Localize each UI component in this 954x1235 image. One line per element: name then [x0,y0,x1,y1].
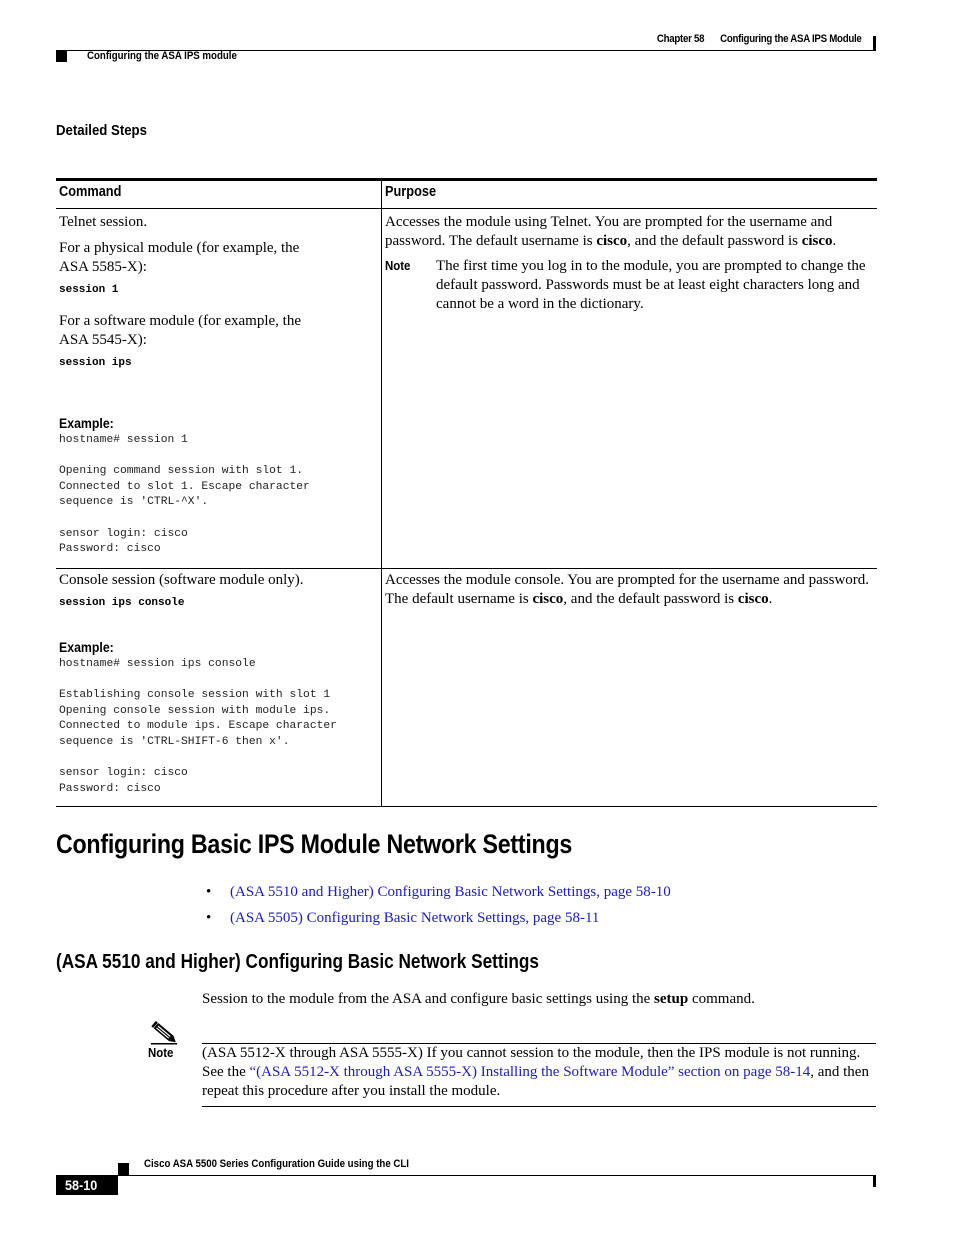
body-paragraph: Session to the module from the ASA and c… [202,990,755,1009]
running-header-section: Configuring the ASA IPS module [87,50,237,62]
command-cell: Telnet session. For a physical module (f… [56,209,382,568]
cross-reference-link[interactable]: (ASA 5510 and Higher) Configuring Basic … [230,884,671,900]
command-intro: Console session (software module only). [59,572,304,588]
bullet-icon: • [206,884,212,900]
installing-software-module-link[interactable]: “(ASA 5512-X through ASA 5555-X) Install… [249,1064,810,1080]
purpose-cell: Accesses the module using Telnet. You ar… [382,209,877,568]
chapter-number: Chapter 58 [657,33,705,45]
subsection-heading: (ASA 5510 and Higher) Configuring Basic … [56,951,539,973]
example-code: hostname# session 1 Opening command sess… [59,434,310,556]
setup-command: setup [654,991,689,1007]
column-header-purpose: Purpose [382,181,877,208]
header-block-marker [56,50,67,62]
footer-tick-mark [873,1175,876,1187]
purpose-text-part: , and the default password is [563,591,738,607]
bullet-icon: • [206,910,212,926]
software-module-label: For a software module (for example, the … [59,313,301,348]
column-header-purpose-label: Purpose [385,184,437,200]
page-number-badge: 58-10 [56,1175,118,1195]
example-label: Example: [59,415,114,431]
column-header-command: Command [56,181,382,208]
column-header-command-label: Command [59,184,122,200]
software-module-command: session ips [59,357,132,369]
footer-rule [118,1175,876,1176]
example-label: Example: [59,639,114,655]
header-tick-mark [873,36,876,51]
page-number: 58-10 [65,1177,98,1193]
purpose-text-part: . [832,233,837,249]
table-row: Console session (software module only). … [56,569,877,807]
command-cell: Console session (software module only). … [56,569,382,806]
note-text: The first time you log in to the module,… [436,258,866,312]
default-password: cisco [801,233,833,249]
table-row: Telnet session. For a physical module (f… [56,209,877,569]
note-body: (ASA 5512-X through ASA 5555-X) If you c… [202,1044,874,1101]
purpose-cell: Accesses the module console. You are pro… [382,569,877,806]
default-password: cisco [737,591,769,607]
purpose-text: Accesses the module using Telnet. You ar… [385,213,874,251]
default-username: cisco [596,233,628,249]
purpose-text-part: , and the default password is [627,233,802,249]
note-label-text: Note [385,258,411,273]
section-links-list: • (ASA 5510 and Higher) Configuring Basic… [202,879,671,931]
physical-module-label: For a physical module (for example, the … [59,240,300,275]
note-label: Note [148,1045,174,1060]
footer-book-title: Cisco ASA 5500 Series Configuration Guid… [144,1158,409,1170]
chapter-title: Configuring the ASA IPS Module [720,33,863,45]
cross-reference-link[interactable]: (ASA 5505) Configuring Basic Network Set… [230,910,599,926]
console-command: session ips console [59,597,185,609]
detailed-steps-heading: Detailed Steps [56,122,147,139]
running-header-chapter: Chapter 58 Configuring the ASA IPS Module [657,33,862,45]
purpose-note: Note The first time you log in to the mo… [385,257,874,314]
example-code: hostname# session ips console Establishi… [59,658,337,795]
note-bottom-rule [202,1106,876,1107]
note-label: Note [385,257,436,314]
list-item: • (ASA 5510 and Higher) Configuring Basic… [202,879,671,905]
section-heading: Configuring Basic IPS Module Network Set… [56,829,573,859]
physical-module-command: session 1 [59,284,119,296]
table-header-row: Command Purpose [56,181,877,209]
purpose-text-part: . [768,591,773,607]
body-text-part: Session to the module from the ASA and c… [202,991,655,1007]
list-item: • (ASA 5505) Configuring Basic Network Se… [202,905,671,931]
command-intro: Telnet session. [59,214,148,230]
default-username: cisco [532,591,564,607]
pencil-note-icon [151,1021,177,1045]
steps-table: Command Purpose Telnet session. For a ph… [56,178,877,807]
purpose-text: Accesses the module console. You are pro… [385,571,874,609]
body-text-part: command. [688,991,755,1007]
